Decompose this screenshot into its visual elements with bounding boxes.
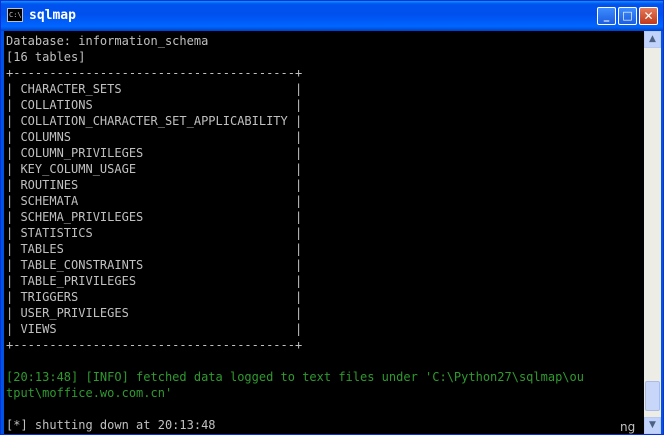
table-row: | COLUMNS | — [6, 130, 303, 144]
close-button[interactable]: ✕ — [639, 7, 658, 25]
table-row: | TABLE_PRIVILEGES | — [6, 274, 303, 288]
console-line: [16 tables] — [6, 50, 86, 64]
scroll-up-icon[interactable]: ▲ — [644, 31, 661, 48]
minimize-button[interactable]: _ — [597, 7, 616, 25]
table-row: | COLUMN_PRIVILEGES | — [6, 146, 303, 160]
table-row: | COLLATION_CHARACTER_SET_APPLICABILITY … — [6, 114, 303, 128]
table-row: | VIEWS | — [6, 322, 303, 336]
console-window: C:\ sqlmap _ □ ✕ Database: information_s… — [0, 0, 664, 435]
vertical-scrollbar[interactable]: ▲ ▼ — [644, 31, 661, 434]
window-title: sqlmap — [29, 8, 76, 23]
table-row: | TRIGGERS | — [6, 290, 303, 304]
console-icon[interactable]: C:\ — [7, 8, 23, 22]
scroll-down-icon[interactable]: ▼ — [644, 417, 661, 434]
table-row: | SCHEMA_PRIVILEGES | — [6, 210, 303, 224]
shutdown-line: [*] shutting down at 20:13:48 — [6, 418, 216, 432]
table-row: | ROUTINES | — [6, 178, 303, 192]
table-row: | CHARACTER_SETS | — [6, 82, 303, 96]
maximize-button[interactable]: □ — [618, 7, 637, 25]
console-line: Database: information_schema — [6, 34, 209, 48]
table-row: | TABLES | — [6, 242, 303, 256]
table-row: | SCHEMATA | — [6, 194, 303, 208]
table-row: | KEY_COLUMN_USAGE | — [6, 162, 303, 176]
scrollbar-thumb[interactable] — [645, 381, 660, 411]
watermark: ng — [620, 420, 636, 434]
table-row: | COLLATIONS | — [6, 98, 303, 112]
table-row: | STATISTICS | — [6, 226, 303, 240]
info-log-line: tput\moffice.wo.com.cn' — [6, 386, 173, 400]
table-row: | TABLE_CONSTRAINTS | — [6, 258, 303, 272]
table-border-top: +---------------------------------------… — [6, 66, 303, 80]
title-bar[interactable]: C:\ sqlmap _ □ ✕ — [1, 1, 663, 31]
table-border-bottom: +---------------------------------------… — [6, 338, 303, 352]
table-row: | USER_PRIVILEGES | — [6, 306, 303, 320]
info-log-line: [20:13:48] [INFO] fetched data logged to… — [6, 370, 584, 384]
console-output[interactable]: Database: information_schema [16 tables]… — [4, 31, 644, 434]
